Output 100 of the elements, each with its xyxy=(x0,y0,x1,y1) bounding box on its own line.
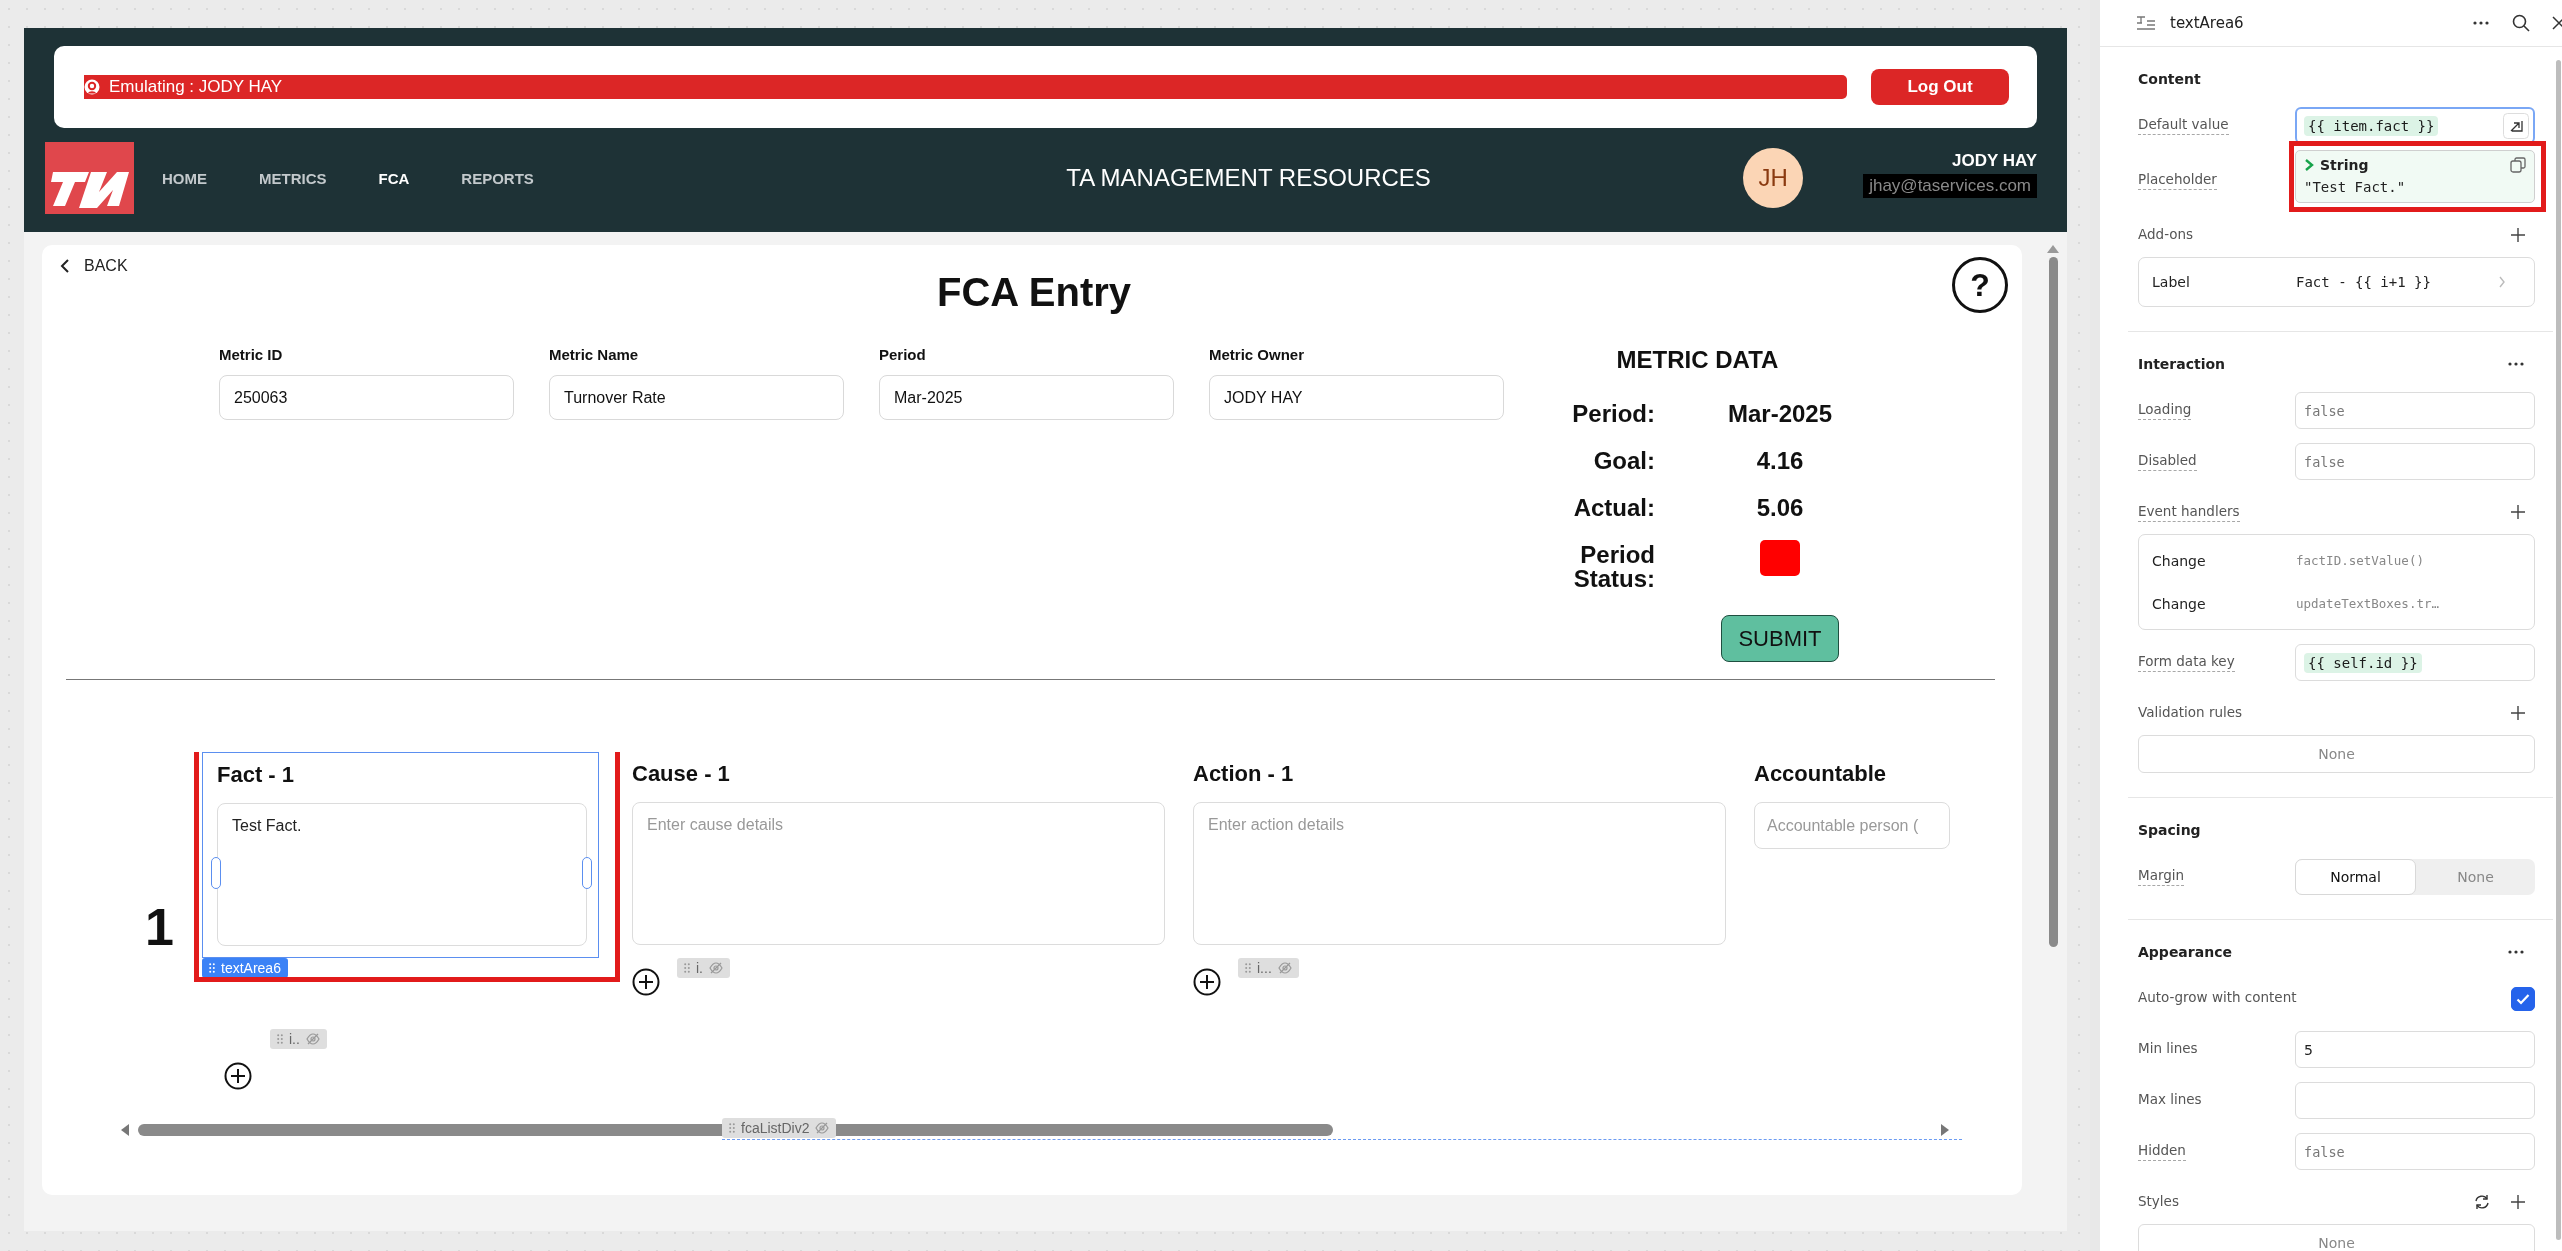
component-tag[interactable]: i.. xyxy=(270,1029,327,1049)
copy-icon[interactable] xyxy=(2510,157,2526,173)
back-link[interactable]: BACK xyxy=(60,257,128,275)
reset-icon[interactable] xyxy=(2473,1194,2491,1210)
input-field[interactable]: false xyxy=(2295,1133,2535,1170)
column-label: Fact - 1 xyxy=(217,761,296,789)
addon-item[interactable]: Label Fact - {{ i+1 }} xyxy=(2138,257,2535,307)
property-label: Margin xyxy=(2138,867,2185,886)
property-label: Disabled xyxy=(2138,452,2197,471)
text-input[interactable]: 250063 xyxy=(219,375,514,420)
text-input[interactable]: JODY HAY xyxy=(1209,375,1504,420)
field-label: Metric Name xyxy=(549,345,640,365)
addon-value: Fact - {{ i+1 }} xyxy=(2296,274,2432,290)
column-label: Action - 1 xyxy=(1193,760,1295,788)
property-label: Placeholder xyxy=(2138,171,2217,190)
resize-handle[interactable] xyxy=(582,857,592,889)
field-label: Period xyxy=(879,345,927,365)
help-button[interactable]: ? xyxy=(1952,257,2008,313)
value-type: String xyxy=(2320,157,2370,173)
checkmark-icon xyxy=(2516,992,2530,1005)
nav-link[interactable]: HOME xyxy=(162,169,207,187)
component-tag[interactable]: fcaListDiv2 xyxy=(722,1118,837,1138)
property-label: Hidden xyxy=(2138,1142,2186,1161)
logo-icon[interactable] xyxy=(45,142,134,214)
input-field[interactable]: false xyxy=(2295,392,2535,429)
nav-link[interactable]: REPORTS xyxy=(461,169,534,187)
metric-value: 5.06 xyxy=(1756,493,1804,523)
drag-handle-icon[interactable] xyxy=(1245,963,1251,973)
property-label: Loading xyxy=(2138,401,2192,420)
expand-icon[interactable] xyxy=(2503,113,2529,139)
nav-link[interactable]: FCA xyxy=(378,169,410,187)
drag-handle-icon[interactable] xyxy=(277,1034,283,1044)
app-title: TA MANAGEMENT RESOURCES xyxy=(1065,164,1432,192)
scroll-left-icon[interactable] xyxy=(120,1124,130,1136)
metric-value: 4.16 xyxy=(1756,446,1804,476)
logout-button[interactable]: Log Out xyxy=(1871,69,2009,105)
emulation-text: Emulating : JODY HAY xyxy=(109,77,283,97)
input-field[interactable]: 5 xyxy=(2295,1031,2535,1068)
metric-value: Mar-2025 xyxy=(1727,399,1833,429)
more-icon[interactable] xyxy=(2507,361,2525,367)
submit-button[interactable]: SUBMIT xyxy=(1721,615,1839,662)
addon-label: Label xyxy=(2152,274,2191,290)
component-tag[interactable]: textArea6 xyxy=(202,958,288,978)
more-icon[interactable] xyxy=(2472,20,2490,26)
scroll-up-icon[interactable] xyxy=(2047,245,2059,253)
event-action: factID.setValue() xyxy=(2296,553,2424,568)
event-name: Change xyxy=(2152,595,2207,612)
property-label: Max lines xyxy=(2138,1091,2202,1109)
more-icon[interactable] xyxy=(2507,949,2525,955)
hidden-eye-icon xyxy=(1277,962,1292,974)
code-field[interactable]: {{ self.id }} xyxy=(2295,644,2535,681)
event-name: Change xyxy=(2152,552,2207,569)
user-name: JODY HAY xyxy=(1951,150,2037,171)
event-action: updateTextBoxes.tr… xyxy=(2296,596,2439,611)
add-icon[interactable] xyxy=(1193,968,1221,996)
text-area-icon xyxy=(2136,15,2156,31)
page-title: FCA Entry xyxy=(936,269,1132,315)
property-label: Form data key xyxy=(2138,653,2235,672)
scrollbar-thumb[interactable] xyxy=(2556,60,2561,1240)
section-title: Appearance xyxy=(2138,944,2232,960)
resize-handle[interactable] xyxy=(211,857,221,889)
component-tag[interactable]: i... xyxy=(1238,958,1299,978)
drag-handle-icon[interactable] xyxy=(729,1123,735,1133)
metric-label: Period: xyxy=(1571,402,1655,426)
text-input[interactable]: Turnover Rate xyxy=(549,375,844,420)
nav-link[interactable]: METRICS xyxy=(259,169,327,187)
scrollbar-thumb[interactable] xyxy=(2048,257,2058,947)
empty-list: None xyxy=(2138,735,2535,773)
code-field[interactable]: {{ item.fact }} xyxy=(2295,107,2535,144)
property-label: Default value xyxy=(2138,116,2229,135)
empty-list: None xyxy=(2138,1224,2535,1251)
scroll-right-icon[interactable] xyxy=(1940,1124,1950,1136)
hidden-eye-icon xyxy=(305,1033,320,1045)
property-label: Event handlers xyxy=(2138,502,2240,522)
section-title: Interaction xyxy=(2138,356,2226,372)
scrollbar-thumb[interactable] xyxy=(138,1124,1333,1136)
segment-option[interactable]: Normal xyxy=(2295,858,2416,895)
user-avatar[interactable]: JH xyxy=(1743,148,1804,208)
component-tag[interactable]: i. xyxy=(677,958,730,978)
section-title: Content xyxy=(2138,71,2201,87)
drag-handle-icon[interactable] xyxy=(209,963,215,973)
input-field[interactable] xyxy=(2295,1082,2535,1119)
checkbox[interactable] xyxy=(2511,986,2535,1011)
section-title: Spacing xyxy=(2138,822,2201,838)
inspector-title: textArea6 xyxy=(2170,14,2245,32)
hidden-eye-icon xyxy=(815,1122,830,1134)
close-icon[interactable] xyxy=(2552,16,2562,30)
text-input[interactable]: Mar-2025 xyxy=(879,375,1174,420)
input-field[interactable]: false xyxy=(2295,443,2535,480)
drag-handle-icon[interactable] xyxy=(684,963,690,973)
add-icon[interactable] xyxy=(632,968,660,996)
hidden-eye-icon xyxy=(709,962,723,974)
add-icon[interactable] xyxy=(224,1062,252,1090)
event-handler[interactable]: Change updateTextBoxes.tr… xyxy=(2139,582,2534,625)
event-handler[interactable]: Change factID.setValue() xyxy=(2139,539,2534,582)
chevron-right-icon[interactable] xyxy=(2304,159,2314,171)
search-icon[interactable] xyxy=(2512,14,2530,32)
column-label: Cause - 1 xyxy=(632,760,731,788)
field-label: Metric ID xyxy=(219,345,284,365)
code-expression: {{ item.fact }} xyxy=(2304,115,2439,136)
